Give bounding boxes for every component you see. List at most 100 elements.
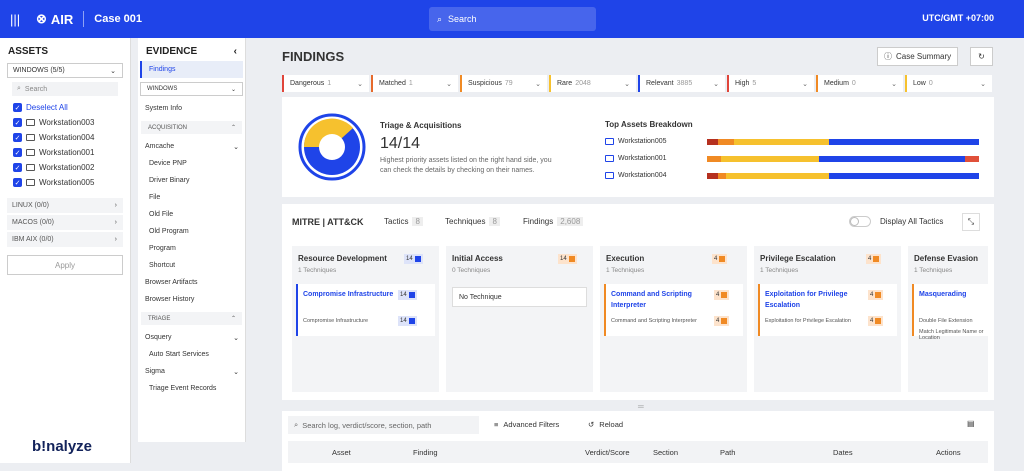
- table-search-input[interactable]: ⌕ Search log, verdict/score, section, pat…: [288, 416, 479, 434]
- column-header[interactable]: Actions: [936, 448, 961, 457]
- arrow-box-icon: [721, 292, 728, 298]
- apply-button[interactable]: Apply: [7, 255, 123, 275]
- advanced-filters-button[interactable]: ≡ Advanced Filters: [494, 420, 559, 429]
- case-title: Case 001: [94, 13, 143, 25]
- asset-row[interactable]: ✓ Workstation002: [0, 160, 130, 175]
- windows-group[interactable]: WINDOWS (5/5) ⌄: [7, 63, 123, 78]
- breakdown-segment: [720, 156, 819, 162]
- techniques-tab[interactable]: Techniques 8: [445, 217, 500, 226]
- breakdown-segment: [717, 139, 735, 145]
- count-badge: 4: [714, 316, 730, 326]
- collapse-arrows-icon[interactable]: ⤡: [962, 213, 980, 231]
- asset-row[interactable]: ✓ Workstation003: [0, 115, 130, 130]
- menu-icon[interactable]: |||: [10, 12, 24, 27]
- amcache-item[interactable]: Program: [138, 240, 245, 257]
- findings-tab[interactable]: Findings 2,608: [523, 217, 584, 226]
- column-header[interactable]: Finding: [413, 448, 438, 457]
- tactic-column[interactable]: Initial Access 0 Techniques 14 No Technique: [446, 246, 593, 392]
- asset-row[interactable]: ✓ Workstation005: [0, 175, 130, 190]
- technique-card[interactable]: Masquerading Double File Extension Match L…: [912, 284, 988, 341]
- filter-count: 3885: [676, 80, 693, 87]
- asset-row[interactable]: ✓ Workstation001: [0, 145, 130, 160]
- linux-group[interactable]: LINUX (0/0) ›: [7, 198, 123, 213]
- technique-card[interactable]: Exploitation for Privilege Escalation Exp…: [758, 284, 897, 336]
- amcache-item[interactable]: Device PNP: [138, 155, 245, 172]
- checkbox[interactable]: ✓: [13, 103, 22, 112]
- deselect-all[interactable]: ✓ Deselect All: [0, 100, 130, 115]
- tactic-column[interactable]: Defense Evasion 1 Techniques Masquerading D…: [908, 246, 988, 392]
- amcache-item[interactable]: Old Program: [138, 223, 245, 240]
- tactic-column[interactable]: Privilege Escalation 1 Techniques 4 Exploit…: [754, 246, 901, 392]
- filter-label: Medium: [824, 80, 849, 87]
- amcache-nav[interactable]: Amcache ⌄: [138, 138, 245, 155]
- arrow-box-icon: [721, 318, 728, 324]
- chevron-down-icon: ⌄: [535, 80, 541, 88]
- column-header[interactable]: Section: [653, 448, 678, 457]
- mitre-logo: MITRE | ATT&CK: [292, 217, 364, 227]
- top-asset-row[interactable]: Workstation001: [605, 150, 985, 167]
- findings-nav[interactable]: Findings: [140, 61, 243, 78]
- case-summary-button[interactable]: ⓘ Case Summary: [877, 47, 959, 66]
- triage-event-nav[interactable]: Triage Event Records: [138, 380, 245, 397]
- filter-chip[interactable]: Dangerous 1 ⌄: [282, 75, 369, 92]
- tactics-tab[interactable]: Tactics 8: [384, 217, 423, 226]
- acquisition-header[interactable]: ACQUISITION ⌃: [141, 121, 242, 134]
- global-search[interactable]: ⌕ Search: [429, 7, 596, 31]
- export-icon[interactable]: ▤: [967, 419, 975, 428]
- checkbox[interactable]: ✓: [13, 178, 22, 187]
- amcache-item[interactable]: Shortcut: [138, 257, 245, 274]
- chevron-down-icon: ⌄: [233, 334, 239, 342]
- display-all-toggle[interactable]: [849, 216, 871, 227]
- asset-name: Workstation002: [39, 163, 95, 172]
- reload-button[interactable]: ↺ Reload: [588, 420, 623, 429]
- asset-row[interactable]: ✓ Workstation004: [0, 130, 130, 145]
- breakdown-segment: [707, 139, 718, 145]
- browser-artifacts-nav[interactable]: Browser Artifacts: [138, 274, 245, 291]
- browser-history-nav[interactable]: Browser History: [138, 291, 245, 308]
- chevron-up-icon: ⌃: [230, 316, 236, 322]
- filter-chip[interactable]: Medium 0 ⌄: [816, 75, 903, 92]
- macos-group[interactable]: MACOS (0/0) ›: [7, 215, 123, 230]
- osquery-nav[interactable]: Osquery ⌄: [138, 329, 245, 346]
- top-asset-row[interactable]: Workstation004: [605, 167, 985, 184]
- system-info-nav[interactable]: System Info: [138, 100, 245, 117]
- assets-search-input[interactable]: ⌕ Search: [12, 82, 118, 96]
- evidence-title: EVIDENCE: [146, 46, 198, 57]
- amcache-item[interactable]: Driver Binary: [138, 172, 245, 189]
- collapse-icon[interactable]: ‹: [234, 46, 237, 57]
- mitre-card: MITRE | ATT&CK Tactics 8 Techniques 8 Find…: [282, 204, 994, 400]
- column-header[interactable]: Dates: [833, 448, 853, 457]
- filter-chip[interactable]: High 5 ⌄: [727, 75, 814, 92]
- filter-chip[interactable]: Matched 1 ⌄: [371, 75, 458, 92]
- tactic-column[interactable]: Execution 1 Techniques 4 Command and Script…: [600, 246, 747, 392]
- triage-header[interactable]: TRIAGE ⌃: [141, 312, 242, 325]
- table-header: Asset Finding Verdict/Score Section Path Date…: [288, 441, 988, 463]
- ibm-group[interactable]: IBM AIX (0/0) ›: [7, 232, 123, 247]
- checkbox[interactable]: ✓: [13, 133, 22, 142]
- sigma-nav[interactable]: Sigma ⌄: [138, 363, 245, 380]
- column-header[interactable]: Asset: [332, 448, 351, 457]
- auto-start-nav[interactable]: Auto Start Services: [138, 346, 245, 363]
- technique-card[interactable]: Command and Scripting Interpreter Command…: [604, 284, 743, 336]
- amcache-item[interactable]: Old File: [138, 206, 245, 223]
- column-header[interactable]: Verdict/Score: [585, 448, 630, 457]
- os-select[interactable]: WINDOWS ⌄: [140, 82, 243, 96]
- checkbox[interactable]: ✓: [13, 148, 22, 157]
- technique-card[interactable]: Compromise Infrastructure Compromise Infr…: [296, 284, 435, 336]
- filter-chip[interactable]: Low 0 ⌄: [905, 75, 992, 92]
- findings-main: FINDINGS ⓘ Case Summary ↻ Dangerous 1 ⌄ Matc…: [252, 38, 1024, 471]
- checkbox[interactable]: ✓: [13, 163, 22, 172]
- summary-card: Triage & Acquisitions 14/14 Highest prio…: [282, 97, 994, 197]
- filter-chip[interactable]: Rare 2048 ⌄: [549, 75, 636, 92]
- checkbox[interactable]: ✓: [13, 118, 22, 127]
- amcache-item[interactable]: File: [138, 189, 245, 206]
- filter-count: 79: [504, 80, 513, 87]
- refresh-button[interactable]: ↻: [970, 47, 993, 66]
- column-header[interactable]: Path: [720, 448, 735, 457]
- top-asset-row[interactable]: Workstation005: [605, 133, 985, 150]
- drag-handle-icon[interactable]: ═: [638, 402, 644, 411]
- filter-chip[interactable]: Relevant 3885 ⌄: [638, 75, 725, 92]
- asset-name: Workstation004: [618, 172, 667, 179]
- filter-chip[interactable]: Suspicious 79 ⌄: [460, 75, 547, 92]
- tactic-column[interactable]: Resource Development 1 Techniques 14 Compro…: [292, 246, 439, 392]
